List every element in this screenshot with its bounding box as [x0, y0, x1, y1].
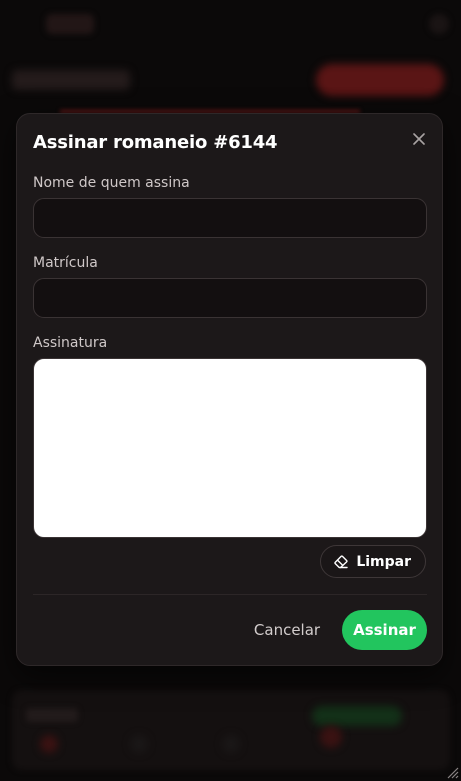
background-status-pill — [312, 706, 402, 726]
signer-name-input[interactable] — [33, 198, 427, 238]
background-page-title — [12, 70, 130, 90]
sign-button[interactable]: Assinar — [342, 610, 427, 650]
background-action-button — [316, 64, 444, 96]
registration-input[interactable] — [33, 278, 427, 318]
footer-divider — [33, 594, 427, 595]
registration-label: Matrícula — [33, 255, 98, 271]
close-icon — [413, 133, 425, 145]
clear-signature-button[interactable]: Limpar — [320, 545, 426, 578]
eraser-icon — [334, 554, 349, 568]
signer-name-label: Nome de quem assina — [33, 175, 190, 191]
background-menu-icon — [429, 14, 449, 34]
close-button[interactable] — [410, 130, 428, 148]
background-card-text — [26, 708, 78, 722]
background-card — [12, 690, 450, 770]
background-nav-dot — [40, 735, 58, 753]
dialog-title: Assinar romaneio #6144 — [33, 132, 278, 153]
cancel-button[interactable]: Cancelar — [241, 610, 333, 650]
background-logo — [46, 14, 94, 34]
background-nav-dot — [320, 726, 342, 748]
clear-button-label: Limpar — [356, 553, 411, 570]
background-nav-dot — [130, 735, 148, 753]
signature-label: Assinatura — [33, 335, 108, 351]
resize-grip-icon[interactable] — [445, 765, 459, 779]
background-nav-dot — [222, 735, 240, 753]
signature-pad[interactable] — [33, 358, 427, 538]
sign-dialog: Assinar romaneio #6144 Nome de quem assi… — [16, 113, 443, 666]
